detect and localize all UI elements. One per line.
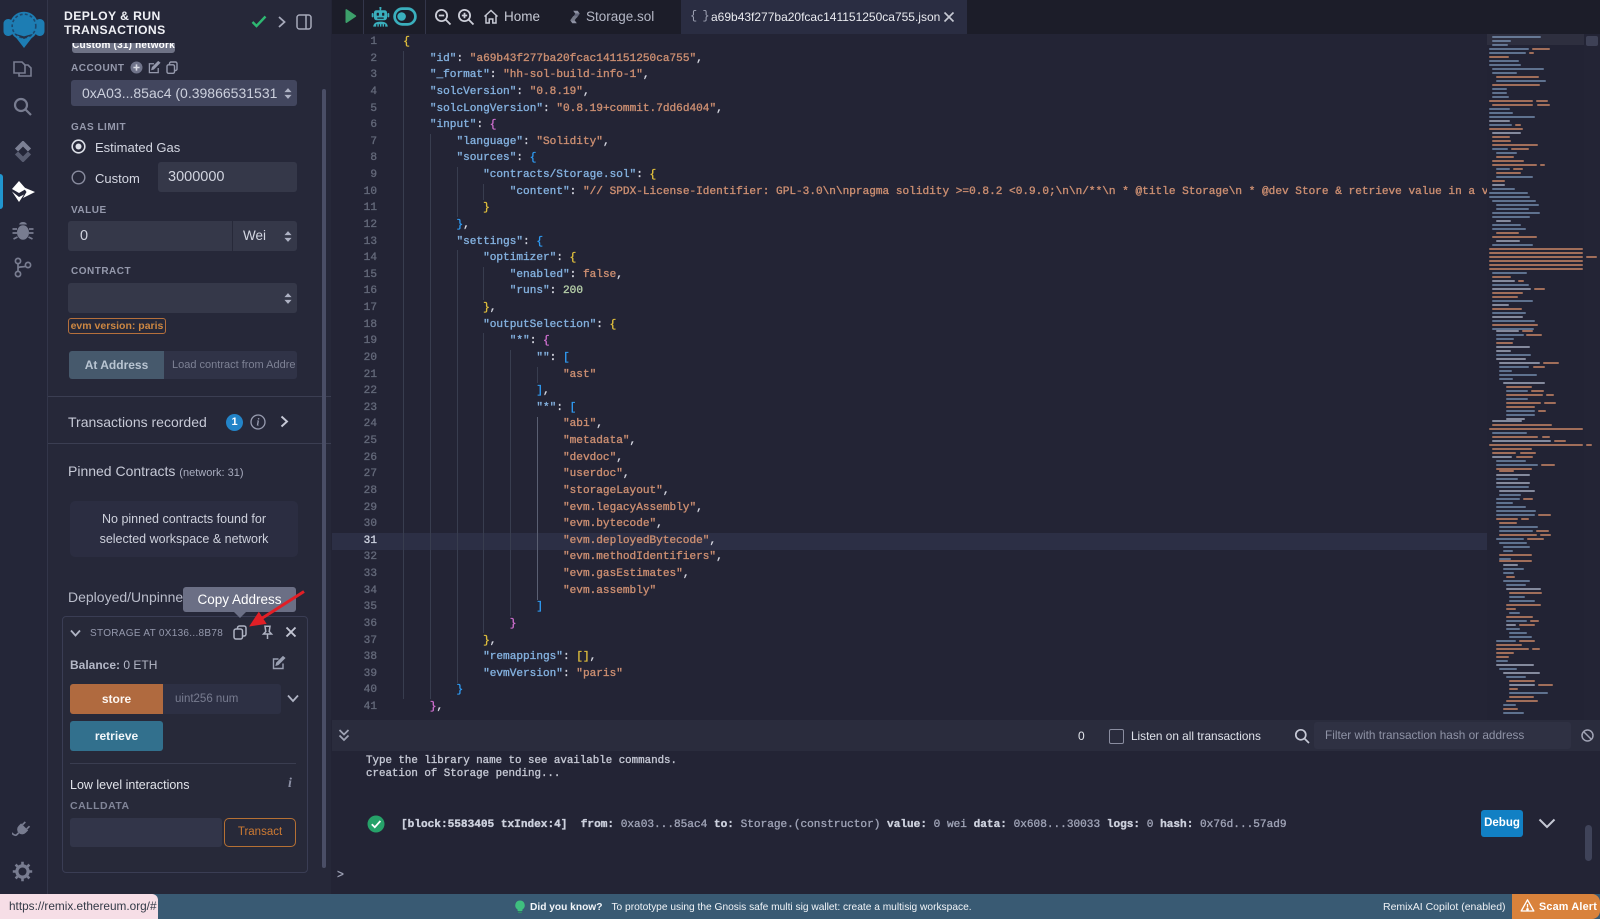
svg-text:i: i [257, 418, 260, 429]
